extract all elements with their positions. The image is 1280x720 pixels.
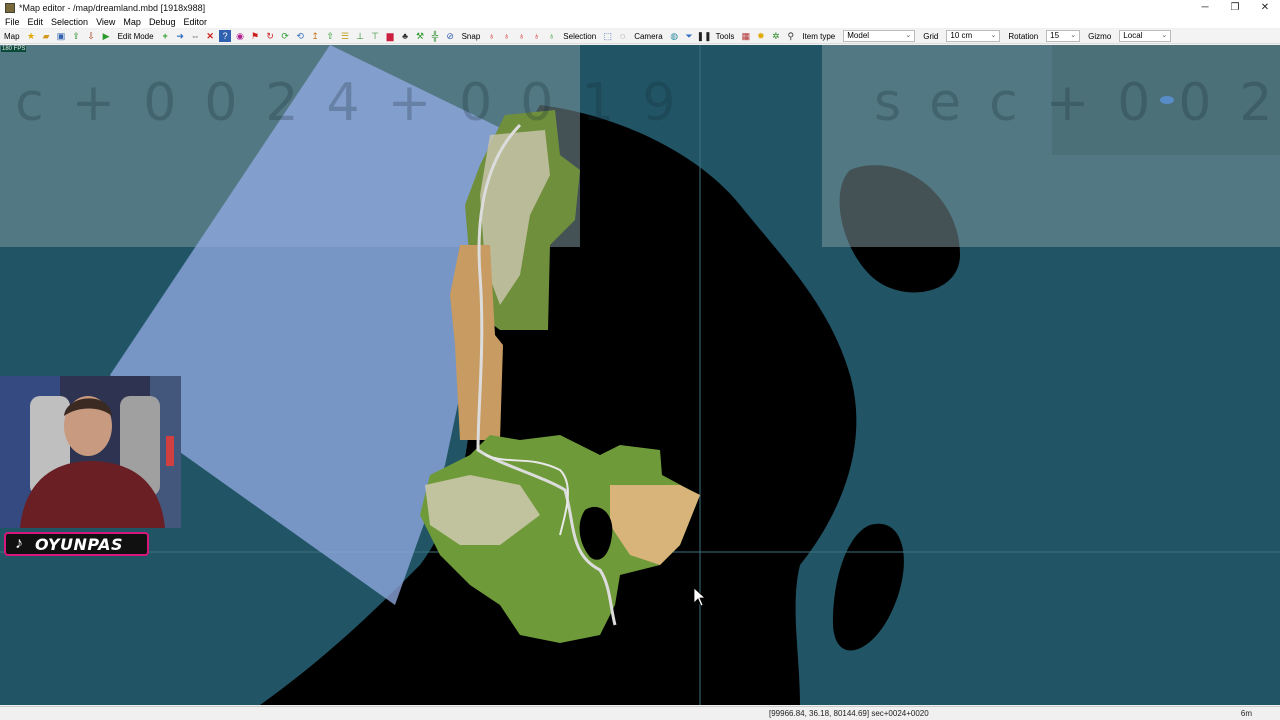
select-lasso-icon[interactable]: ◌ (617, 30, 629, 42)
grid-value: 10 cm (950, 31, 973, 40)
viewport-canvas[interactable] (0, 45, 1280, 705)
fence-icon[interactable]: ╬ (429, 30, 441, 42)
snap-node-icon[interactable]: ♁ (486, 30, 498, 42)
delete-icon[interactable]: ✕ (204, 30, 216, 42)
save-icon[interactable]: ▣ (55, 30, 67, 42)
gizmo-dropdown[interactable]: Local ⌄ (1119, 30, 1172, 42)
streamer-badge: ♪ OYUNPAS (4, 532, 149, 556)
move-icon[interactable]: ⇔ (189, 30, 201, 42)
chevron-down-icon: ⌄ (1161, 32, 1168, 39)
cursor-coordinates: [99966.84, 36.18, 80144.69] sec+0024+002… (769, 709, 929, 718)
add-icon[interactable]: + (159, 30, 171, 42)
app-icon (5, 2, 15, 13)
sector-label-right: sec+0025+0019 (874, 73, 1280, 133)
gear-icon[interactable]: ✲ (770, 30, 782, 42)
item-type-dropdown[interactable]: Model ⌄ (843, 30, 916, 42)
sync-icon[interactable]: ⟲ (294, 30, 306, 42)
lock-icon[interactable]: ↥ (309, 30, 321, 42)
window-title: *Map editor - /map/dreamland.mbd [1918x9… (19, 2, 206, 13)
fps-counter: 180 FPS (1, 46, 27, 52)
item-type-value: Model (847, 31, 870, 40)
menu-map[interactable]: Map (123, 17, 141, 27)
wrench-icon[interactable]: ⚒ (414, 30, 426, 42)
camera-label[interactable]: Camera (634, 32, 662, 41)
menu-debug[interactable]: Debug (149, 17, 176, 27)
layers-icon[interactable]: ☰ (339, 30, 351, 42)
tools-label[interactable]: Tools (716, 32, 735, 41)
title-bar: *Map editor - /map/dreamland.mbd [1918x9… (0, 0, 1280, 15)
land-shadow-island-2 (832, 523, 904, 651)
flag-icon[interactable]: ⚑ (249, 30, 261, 42)
menu-bar: File Edit Selection View Map Debug Edito… (0, 15, 1280, 28)
refresh-icon[interactable]: ⟳ (279, 30, 291, 42)
camera-funnel-icon[interactable]: ⏷ (683, 30, 695, 42)
filter-icon[interactable]: ⊥ (354, 30, 366, 42)
snap-face-icon[interactable]: ♁ (531, 30, 543, 42)
map-label[interactable]: Map (4, 32, 20, 41)
rotation-dropdown[interactable]: 15 ⌄ (1046, 30, 1081, 42)
pause-icon[interactable]: ❚❚ (697, 30, 712, 42)
webcam-overlay (0, 376, 181, 528)
window-controls: ─ ❐ ✕ (1190, 0, 1280, 15)
item-type-label: Item type (802, 31, 836, 41)
edit-mode-label[interactable]: Edit Mode (118, 32, 154, 41)
snap-grid-icon[interactable]: ♁ (546, 30, 558, 42)
export-icon[interactable]: ⇪ (70, 30, 82, 42)
close-button[interactable]: ✕ (1250, 0, 1280, 15)
minimize-button[interactable]: ─ (1190, 0, 1220, 15)
toolbar: Map ★ ▰ ▣ ⇪ ⇩ ▶ Edit Mode + ➜ ⇔ ✕ ? ◉ ⚑ … (0, 29, 1280, 44)
gizmo-label: Gizmo (1088, 31, 1112, 41)
menu-edit[interactable]: Edit (28, 17, 44, 27)
star-icon[interactable]: ★ (25, 30, 37, 42)
snap-label[interactable]: Snap (462, 32, 481, 41)
import-icon[interactable]: ⇩ (85, 30, 97, 42)
tiktok-icon: ♪ (15, 535, 23, 552)
chevron-down-icon: ⌄ (905, 32, 912, 39)
sun-icon[interactable]: ✹ (755, 30, 767, 42)
prefab-icon[interactable]: ⊤ (369, 30, 381, 42)
chevron-down-icon: ⌄ (1070, 32, 1077, 39)
gizmo-value: Local (1123, 31, 1143, 40)
tree-icon[interactable]: ♣ (399, 30, 411, 42)
menu-editor[interactable]: Editor (183, 17, 207, 27)
webcam-image (0, 376, 181, 528)
search-icon[interactable]: ⚲ (785, 30, 797, 42)
select-rect-icon[interactable]: ⬚ (602, 30, 614, 42)
snap-point-icon[interactable]: ♁ (501, 30, 513, 42)
menu-view[interactable]: View (96, 17, 115, 27)
help-icon[interactable]: ? (219, 30, 232, 42)
arrow-right-icon[interactable]: ➜ (174, 30, 186, 42)
menu-file[interactable]: File (5, 17, 20, 27)
chevron-down-icon: ⌄ (990, 32, 997, 39)
map-viewport[interactable]: 180 FPS sec+0024+0019 sec+0025+0019 (0, 45, 1280, 705)
status-bar: [99966.84, 36.18, 80144.69] sec+0024+002… (0, 706, 1280, 720)
selection-label[interactable]: Selection (563, 32, 596, 41)
elapsed-time: 6m (1240, 709, 1252, 718)
open-icon[interactable]: ▰ (40, 30, 52, 42)
menu-selection[interactable]: Selection (51, 17, 88, 27)
play-icon[interactable]: ▶ (100, 30, 112, 42)
rotate-icon[interactable]: ↻ (264, 30, 276, 42)
camera-globe-icon[interactable]: ◍ (668, 30, 680, 42)
rotation-label: Rotation (1008, 31, 1039, 41)
snap-edge-icon[interactable]: ♁ (516, 30, 528, 42)
truck-icon[interactable]: ▆ (384, 30, 396, 42)
grid-dropdown[interactable]: 10 cm ⌄ (946, 30, 1001, 42)
up-icon[interactable]: ⇧ (324, 30, 336, 42)
grid-tool-icon[interactable]: ▦ (740, 30, 752, 42)
sector-label-left: sec+0024+0019 (0, 73, 704, 133)
grid-label: Grid (923, 31, 939, 41)
restore-button[interactable]: ❐ (1220, 0, 1250, 15)
snap-tool-icon[interactable]: ⊘ (444, 30, 456, 42)
circle-icon[interactable]: ◉ (234, 30, 246, 42)
rotation-value: 15 (1050, 31, 1060, 40)
streamer-name: OYUNPAS (35, 534, 124, 554)
